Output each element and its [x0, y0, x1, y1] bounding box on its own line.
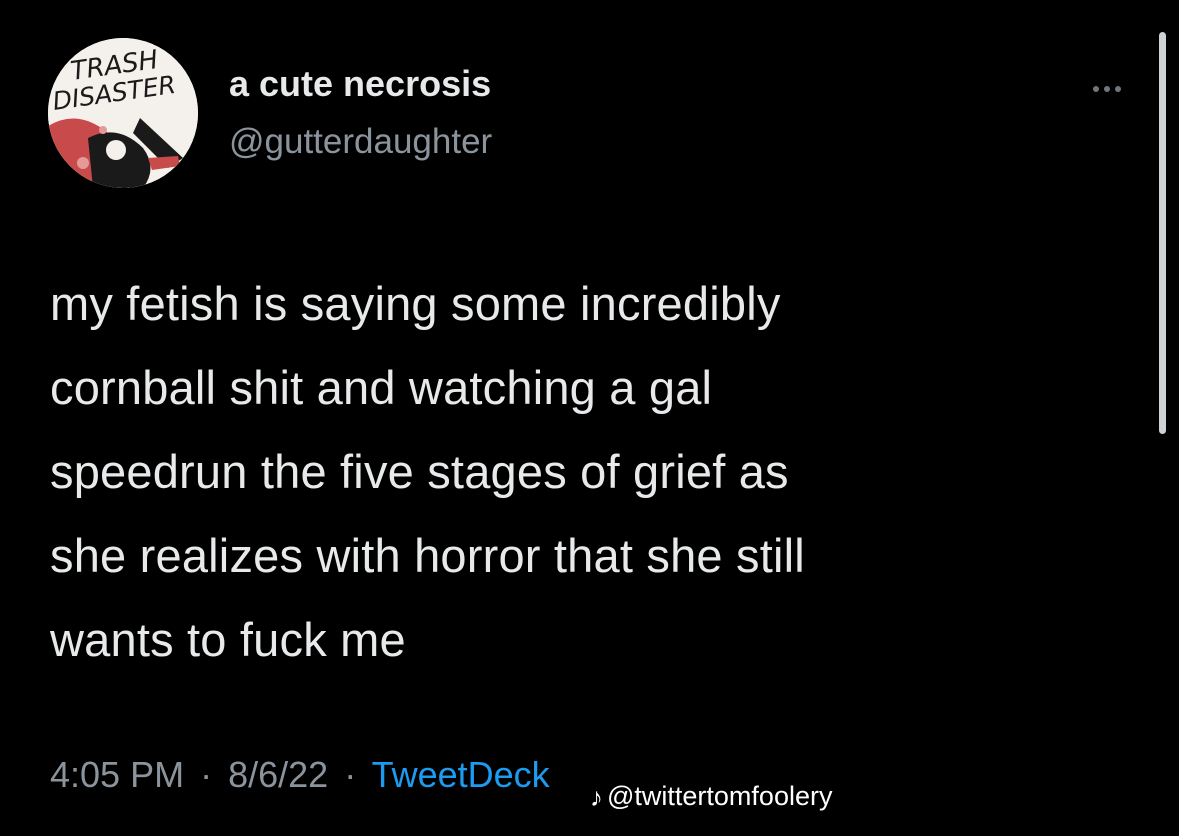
avatar-image: TRASH DISASTER	[48, 38, 198, 188]
separator: ·	[200, 754, 213, 795]
avatar[interactable]: TRASH DISASTER	[48, 38, 198, 188]
tweet-text-line: she realizes with horror that she still	[50, 529, 805, 582]
tweet-text-line: cornball shit and watching a gal	[50, 361, 713, 414]
separator: ·	[344, 754, 357, 795]
tweet-date[interactable]: 8/6/22	[228, 754, 328, 795]
tweet-text: my fetish is saying some incredibly corn…	[50, 262, 1110, 682]
tweet-text-line: wants to fuck me	[50, 613, 406, 666]
watermark: ♪ @twittertomfoolery	[590, 783, 832, 810]
user-handle[interactable]: @gutterdaughter	[229, 124, 492, 159]
tiktok-icon: ♪	[590, 781, 603, 812]
tweet-text-line: speedrun the five stages of grief as	[50, 445, 789, 498]
more-horizontal-icon-dot	[1115, 86, 1121, 92]
tweet-time[interactable]: 4:05 PM	[50, 754, 184, 795]
tweet-metadata: 4:05 PM · 8/6/22 · TweetDeck	[50, 757, 550, 793]
more-horizontal-icon	[1093, 86, 1099, 92]
more-options-button[interactable]	[1082, 74, 1132, 104]
tweet-text-line: my fetish is saying some incredibly	[50, 277, 781, 330]
display-name[interactable]: a cute necrosis	[229, 66, 491, 102]
scrollbar[interactable]	[1159, 32, 1166, 434]
watermark-text: @twittertomfoolery	[607, 781, 833, 811]
more-horizontal-icon-dot	[1104, 86, 1110, 92]
tweet-source-link[interactable]: TweetDeck	[372, 754, 550, 795]
